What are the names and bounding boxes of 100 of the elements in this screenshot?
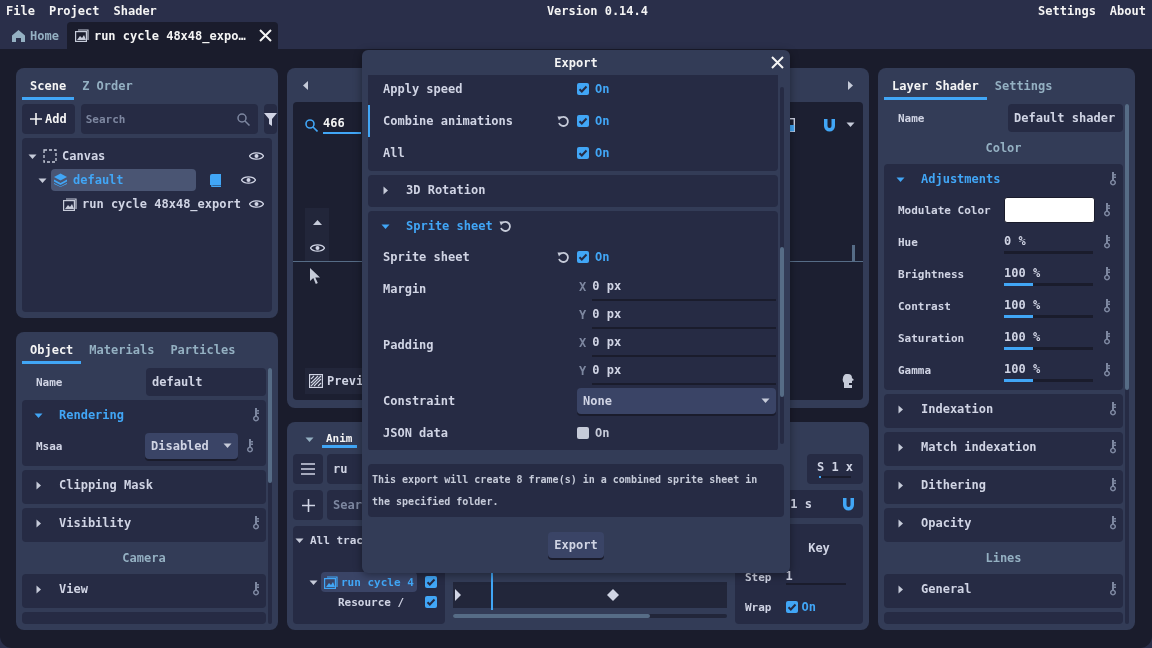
eye-icon[interactable] bbox=[249, 199, 264, 209]
key-icon[interactable] bbox=[1109, 478, 1117, 492]
dropdown[interactable]: None bbox=[577, 388, 776, 414]
checkbox[interactable] bbox=[785, 601, 798, 613]
number-field[interactable]: 0 px bbox=[592, 301, 776, 329]
section-title[interactable]: Opacity bbox=[921, 516, 972, 530]
checkbox[interactable] bbox=[425, 576, 437, 588]
number-field[interactable]: 0 px bbox=[592, 273, 776, 301]
eye-icon[interactable] bbox=[249, 151, 264, 161]
cursor-icon[interactable] bbox=[310, 268, 321, 284]
key-icon[interactable] bbox=[246, 439, 254, 453]
caret-icon[interactable] bbox=[381, 185, 390, 195]
tab[interactable]: Settings bbox=[986, 74, 1061, 100]
number-field[interactable]: 0 px bbox=[592, 357, 776, 385]
section-title[interactable]: Adjustments bbox=[921, 172, 1001, 186]
section-title[interactable]: Dithering bbox=[921, 478, 987, 492]
add-button[interactable]: Add bbox=[22, 104, 75, 134]
document-tab[interactable]: Home bbox=[4, 22, 67, 49]
tree-item[interactable]: run cycle 48x48_export bbox=[61, 193, 245, 215]
slider[interactable]: 100 % bbox=[1004, 326, 1093, 350]
menu-item[interactable]: Shader bbox=[113, 4, 157, 18]
section-title[interactable]: 3D Rotation bbox=[406, 183, 486, 197]
key-icon[interactable] bbox=[1109, 440, 1117, 454]
tab[interactable]: Layer Shader bbox=[884, 74, 987, 100]
section-title[interactable]: Clipping Mask bbox=[59, 478, 153, 492]
key-icon[interactable] bbox=[1109, 172, 1117, 186]
tab[interactable]: Materials bbox=[81, 338, 163, 364]
tab[interactable]: Z Order bbox=[74, 74, 141, 100]
close-icon[interactable] bbox=[771, 56, 784, 69]
section-title[interactable]: Rendering bbox=[59, 408, 125, 422]
scrollbar[interactable] bbox=[453, 614, 727, 618]
speed-field[interactable]: S 1 x bbox=[807, 454, 863, 484]
reset-icon[interactable] bbox=[557, 250, 570, 264]
tree-item[interactable]: Canvas bbox=[41, 145, 245, 167]
section-title[interactable]: Visibility bbox=[59, 516, 132, 530]
menu-item[interactable]: File bbox=[6, 4, 35, 18]
dropdown[interactable]: Disabled bbox=[145, 433, 238, 459]
caret-icon[interactable] bbox=[896, 442, 905, 452]
scrollbar[interactable] bbox=[1125, 104, 1129, 624]
caret-icon[interactable] bbox=[34, 518, 43, 528]
key-icon[interactable] bbox=[1103, 299, 1111, 313]
caret-icon[interactable] bbox=[896, 404, 905, 414]
up-arrow-icon[interactable] bbox=[312, 220, 322, 225]
caret-icon[interactable] bbox=[896, 584, 905, 594]
key-icon[interactable] bbox=[252, 582, 260, 596]
left-arrow-icon[interactable] bbox=[303, 80, 308, 90]
magnet-icon[interactable] bbox=[823, 118, 836, 132]
add-button[interactable] bbox=[293, 490, 323, 520]
key-icon[interactable] bbox=[1103, 267, 1111, 281]
close-icon[interactable] bbox=[258, 29, 272, 42]
track-item[interactable]: All trac bbox=[307, 530, 366, 550]
tab[interactable]: Object bbox=[22, 338, 82, 364]
menu-item[interactable]: Project bbox=[48, 4, 100, 18]
section-title[interactable]: Indexation bbox=[921, 402, 994, 416]
track-item[interactable]: run cycle 4 bbox=[321, 572, 417, 592]
checkbox[interactable] bbox=[577, 251, 589, 263]
section-title[interactable]: View bbox=[59, 582, 88, 596]
caret-icon[interactable] bbox=[896, 480, 905, 490]
tab[interactable]: Scene bbox=[22, 74, 75, 100]
menu-button[interactable] bbox=[293, 454, 323, 484]
slider[interactable]: 0 % bbox=[1004, 230, 1093, 254]
magnet-icon[interactable] bbox=[842, 497, 855, 511]
checkbox[interactable] bbox=[425, 596, 437, 608]
number-field[interactable]: 0 px bbox=[592, 329, 776, 357]
menu-item[interactable]: Settings bbox=[1038, 4, 1096, 18]
slider[interactable]: 100 % bbox=[1004, 262, 1093, 286]
book-icon[interactable] bbox=[210, 173, 221, 187]
color-swatch[interactable] bbox=[1004, 197, 1095, 223]
slider[interactable]: 100 % bbox=[1004, 294, 1093, 318]
caret-icon[interactable] bbox=[846, 122, 855, 128]
tab[interactable]: Particles bbox=[162, 338, 244, 364]
export-button[interactable]: Export bbox=[548, 532, 604, 558]
checkbox[interactable] bbox=[577, 115, 589, 127]
eye-icon[interactable] bbox=[309, 243, 325, 253]
key-icon[interactable] bbox=[252, 408, 260, 422]
key-icon[interactable] bbox=[1103, 363, 1111, 377]
checkbox[interactable] bbox=[577, 83, 589, 95]
key-icon[interactable] bbox=[1103, 235, 1111, 249]
caret-icon[interactable] bbox=[896, 518, 905, 528]
scrollbar[interactable] bbox=[268, 368, 272, 624]
key-icon[interactable] bbox=[1109, 516, 1117, 530]
filter-button[interactable] bbox=[263, 104, 277, 134]
name-field[interactable]: default bbox=[146, 368, 266, 396]
document-tab[interactable]: run cycle 48x48_expo… bbox=[66, 22, 278, 49]
caret-icon[interactable] bbox=[34, 480, 43, 490]
track-item[interactable]: Resource / bbox=[335, 592, 408, 612]
tab[interactable]: Anim bbox=[322, 432, 357, 448]
key-icon[interactable] bbox=[1103, 203, 1111, 217]
reset-icon[interactable] bbox=[557, 114, 570, 128]
section-title[interactable]: Match indexation bbox=[921, 440, 1037, 454]
key-icon[interactable] bbox=[1103, 331, 1111, 345]
menu-item[interactable]: About bbox=[1109, 4, 1146, 18]
timeline-track[interactable] bbox=[453, 570, 727, 610]
reset-icon[interactable] bbox=[498, 219, 512, 233]
name-field[interactable]: Default shader bbox=[1008, 104, 1123, 132]
figure-icon[interactable] bbox=[842, 374, 855, 388]
section-title[interactable]: Sprite sheet bbox=[406, 219, 493, 233]
scrollbar[interactable] bbox=[852, 245, 855, 261]
key-icon[interactable] bbox=[1109, 582, 1117, 596]
key-icon[interactable] bbox=[1109, 402, 1117, 416]
